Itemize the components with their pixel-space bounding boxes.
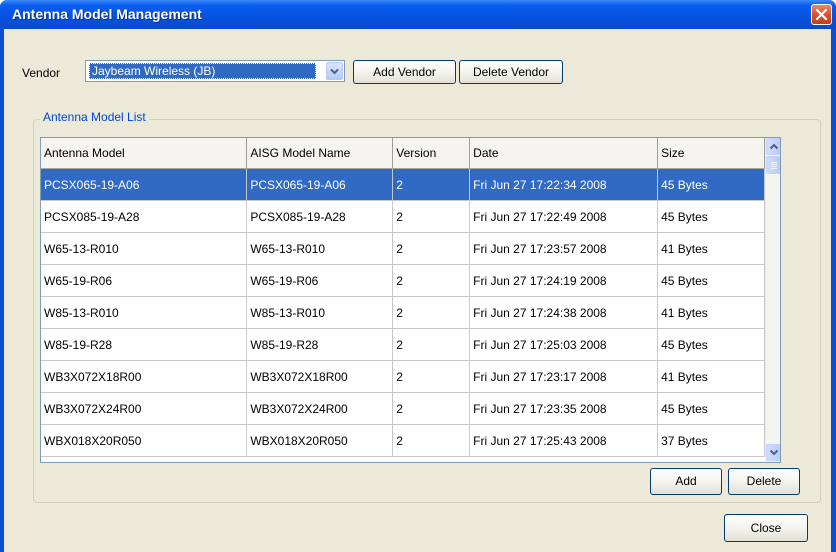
table-cell[interactable]: W85-13-R010	[246, 296, 394, 329]
table-cell[interactable]: 45 Bytes	[657, 264, 765, 297]
close-icon	[815, 8, 828, 21]
table-header-row: Antenna Model AISG Model Name Version Date S…	[41, 138, 765, 169]
table-cell[interactable]: WB3X072X18R00	[246, 360, 394, 393]
table-cell[interactable]: WB3X072X24R00	[246, 392, 394, 425]
table-cell[interactable]: 41 Bytes	[657, 232, 765, 265]
table-cell[interactable]: 2	[392, 200, 471, 233]
column-header[interactable]: Version	[392, 138, 471, 169]
table-cell[interactable]: 2	[392, 392, 471, 425]
table-cell[interactable]: W85-13-R010	[41, 296, 248, 329]
table-row[interactable]: WBX018X20R050 WBX018X20R050 2 Fri Jun 27 17…	[41, 424, 765, 457]
table-cell[interactable]: W65-19-R06	[246, 264, 394, 297]
window-title: Antenna Model Management	[12, 6, 202, 22]
table-cell[interactable]: 2	[392, 296, 471, 329]
column-header[interactable]: AISG Model Name	[246, 138, 394, 169]
table-cell[interactable]: Fri Jun 27 17:23:57 2008	[469, 232, 659, 265]
table-cell[interactable]: Fri Jun 27 17:23:35 2008	[469, 392, 659, 425]
table-cell[interactable]: 41 Bytes	[657, 296, 765, 329]
window-close-button[interactable]	[811, 4, 832, 25]
table-row[interactable]: WB3X072X18R00 WB3X072X18R00 2 Fri Jun 27 17…	[41, 360, 765, 393]
antenna-model-list-label: Antenna Model List	[40, 110, 149, 124]
table-cell[interactable]: PCSX085-19-A28	[41, 200, 248, 233]
table-cell[interactable]: Fri Jun 27 17:25:03 2008	[469, 328, 659, 361]
table-cell[interactable]: Fri Jun 27 17:25:43 2008	[469, 424, 659, 457]
table-cell[interactable]: PCSX065-19-A06	[41, 168, 248, 201]
table-cell[interactable]: WBX018X20R050	[41, 424, 248, 457]
table-cell[interactable]: 45 Bytes	[657, 392, 765, 425]
antenna-model-table: Antenna Model AISG Model Name Version Date S…	[40, 137, 781, 463]
table-row[interactable]: PCSX085-19-A28 PCSX085-19-A28 2 Fri Jun 27 …	[41, 200, 765, 233]
table-cell[interactable]: WB3X072X24R00	[41, 392, 248, 425]
add-vendor-button[interactable]: Add Vendor	[353, 60, 456, 84]
add-button[interactable]: Add	[650, 468, 722, 495]
table-cell[interactable]: WBX018X20R050	[246, 424, 394, 457]
arrow-down-icon	[769, 449, 779, 456]
arrow-up-icon	[769, 143, 779, 150]
table-cell[interactable]: 2	[392, 328, 471, 361]
table-cell[interactable]: 2	[392, 232, 471, 265]
table-cell[interactable]: WB3X072X18R00	[41, 360, 248, 393]
table-row[interactable]: W85-19-R28 W85-19-R28 2 Fri Jun 27 17:25:03…	[41, 328, 765, 361]
close-button[interactable]: Close	[724, 514, 808, 542]
scroll-up-button[interactable]	[766, 138, 780, 155]
column-header[interactable]: Size	[657, 138, 765, 169]
table-cell[interactable]: 2	[392, 168, 471, 201]
table-scrollbar[interactable]	[765, 138, 780, 462]
table-cell[interactable]: Fri Jun 27 17:24:38 2008	[469, 296, 659, 329]
table-cell[interactable]: W65-13-R010	[41, 232, 248, 265]
vendor-label: Vendor	[22, 66, 61, 80]
table-cell[interactable]: W85-19-R28	[246, 328, 394, 361]
table-cell[interactable]: 45 Bytes	[657, 168, 765, 201]
dialog-window: Antenna Model Management Vendor Jaybeam …	[0, 0, 836, 552]
table-cell[interactable]: Fri Jun 27 17:22:34 2008	[469, 168, 659, 201]
table-cell[interactable]: Fri Jun 27 17:22:49 2008	[469, 200, 659, 233]
table-row[interactable]: WB3X072X24R00 WB3X072X24R00 2 Fri Jun 27 17…	[41, 392, 765, 425]
table-row[interactable]: W65-19-R06 W65-19-R06 2 Fri Jun 27 17:24:19…	[41, 264, 765, 297]
title-bar[interactable]: Antenna Model Management	[0, 0, 836, 29]
table-row[interactable]: W85-13-R010 W85-13-R010 2 Fri Jun 27 17:24:…	[41, 296, 765, 329]
table-cell[interactable]: 2	[392, 424, 471, 457]
vendor-select-value: Jaybeam Wireless (JB)	[89, 63, 316, 79]
table-cell[interactable]: Fri Jun 27 17:24:19 2008	[469, 264, 659, 297]
table-cell[interactable]: W65-13-R010	[246, 232, 394, 265]
table-row[interactable]: PCSX065-19-A06 PCSX065-19-A06 2 Fri Jun 27 …	[41, 168, 765, 201]
table-cell[interactable]: 2	[392, 264, 471, 297]
table-cell[interactable]: W65-19-R06	[41, 264, 248, 297]
scroll-down-button[interactable]	[766, 444, 780, 461]
table-cell[interactable]: 37 Bytes	[657, 424, 765, 457]
table-cell[interactable]: Fri Jun 27 17:23:17 2008	[469, 360, 659, 393]
table-cell[interactable]: 41 Bytes	[657, 360, 765, 393]
table-cell[interactable]: PCSX065-19-A06	[246, 168, 394, 201]
scroll-thumb[interactable]	[766, 156, 780, 174]
vendor-select-dropdown-button[interactable]	[326, 62, 343, 80]
table-cell[interactable]: W85-19-R28	[41, 328, 248, 361]
grip-icon	[771, 162, 777, 169]
column-header[interactable]: Antenna Model	[41, 138, 248, 169]
delete-button[interactable]: Delete	[728, 468, 800, 495]
table-cell[interactable]: 2	[392, 360, 471, 393]
table-cell[interactable]: 45 Bytes	[657, 200, 765, 233]
table-cell[interactable]: 45 Bytes	[657, 328, 765, 361]
chevron-down-icon	[330, 68, 339, 75]
table-cell[interactable]: PCSX085-19-A28	[246, 200, 394, 233]
column-header[interactable]: Date	[469, 138, 659, 169]
table-row[interactable]: W65-13-R010 W65-13-R010 2 Fri Jun 27 17:23:…	[41, 232, 765, 265]
vendor-select[interactable]: Jaybeam Wireless (JB)	[85, 60, 345, 82]
delete-vendor-button[interactable]: Delete Vendor	[459, 60, 563, 84]
